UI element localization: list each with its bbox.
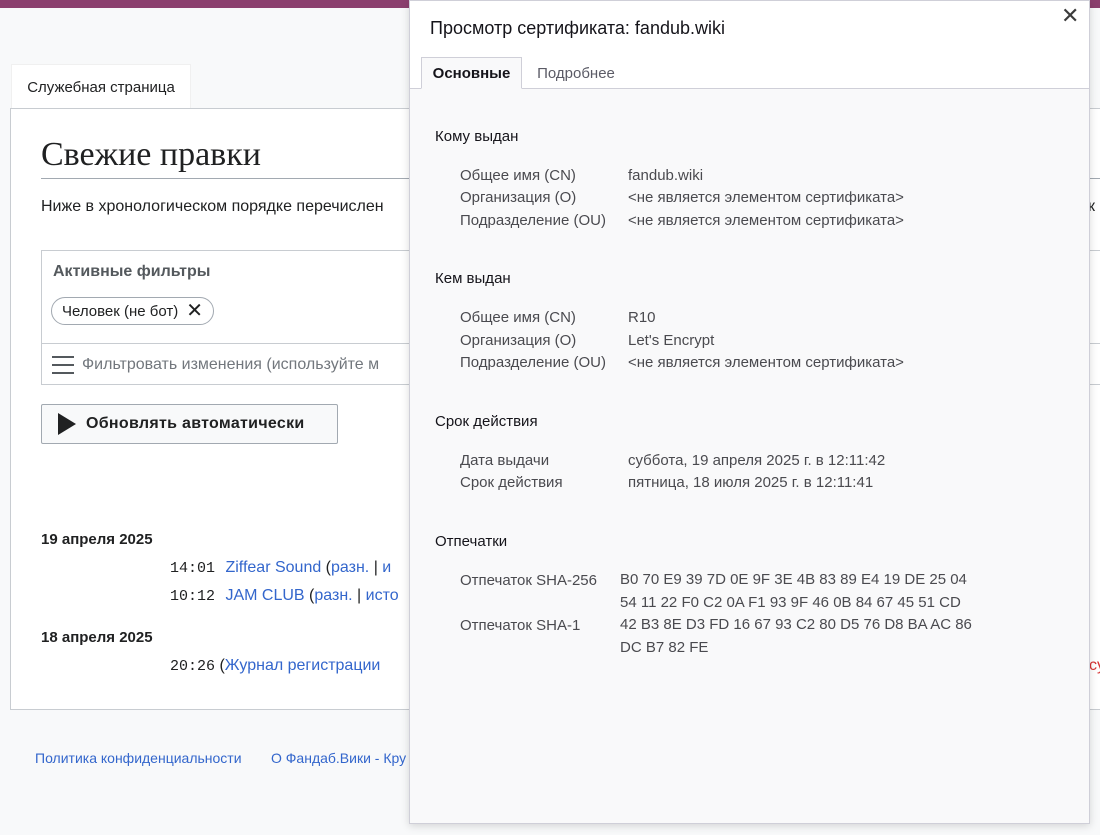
sha256-line: 54 11 22 F0 C2 0A F1 93 9F 46 0B 84 67 4… (620, 593, 961, 611)
tab-details[interactable]: Подробнее (524, 57, 628, 89)
day-heading: 18 апреля 2025 (41, 629, 153, 646)
field-label: Подразделение (OU) (460, 212, 606, 229)
field-label: Общее имя (CN) (460, 309, 576, 326)
field-label: Дата выдачи (460, 452, 550, 469)
field-value: fandub.wiki (628, 167, 704, 184)
field-label: Организация (O) (460, 332, 577, 349)
sha1-value: 42 B3 8E D3 FD 16 67 93 C2 80 D5 76 D8 B… (620, 614, 980, 659)
tab-label: Служебная страница (27, 78, 175, 96)
tab-special-page[interactable]: Служебная страница (11, 64, 191, 109)
field-value: пятница, 18 июля 2025 г. в 12:11:41 (628, 474, 874, 491)
history-link[interactable]: и (382, 559, 391, 576)
field-label: Подразделение (OU) (460, 354, 606, 371)
day-heading: 19 апреля 2025 (41, 531, 153, 548)
footer-privacy-link[interactable]: Политика конфиденциальности (35, 750, 242, 766)
list-item: 20:26 (Журнал регистрации (170, 657, 381, 675)
change-title-link[interactable]: JAM CLUB (225, 587, 304, 604)
active-filters-heading: Активные фильтры (53, 263, 211, 280)
filter-chip-human[interactable]: Человек (не бот) ✕ (51, 297, 215, 325)
red-link-fragment[interactable]: су (1089, 657, 1100, 675)
list-item: 10:12 JAM CLUB (разн. | исто (170, 587, 399, 605)
sha256-value: B0 70 E9 39 7D 0E 9F 3E 4B 83 89 E4 19 D… (620, 569, 980, 614)
field-value: <не является элементом сертификата> (628, 354, 904, 371)
change-time: 14:01 (170, 560, 216, 577)
filter-chip-label: Человек (не бот) (62, 302, 179, 320)
change-time: 10:12 (170, 588, 216, 605)
certificate-dialog: Просмотр сертификата: fandub.wiki ✕ Осно… (409, 0, 1090, 824)
field-label: Общее имя (CN) (460, 167, 576, 184)
sha256-line: B0 70 E9 39 7D 0E 9F 3E 4B 83 89 E4 19 D… (620, 571, 967, 588)
close-icon[interactable]: ✕ (186, 301, 203, 321)
auto-update-label: Обновлять автоматически (86, 415, 305, 432)
sha1-line: DC B7 82 FE (620, 638, 709, 656)
field-value: суббота, 19 апреля 2025 г. в 12:11:42 (628, 452, 886, 469)
section-issued-to: Кому выдан (435, 128, 519, 145)
field-label: Срок действия (460, 474, 563, 491)
dialog-tab-strip: Основные Подробнее (410, 38, 1089, 89)
close-icon[interactable]: ✕ (1061, 3, 1079, 29)
diff-link[interactable]: разн. (314, 587, 352, 604)
change-title-link[interactable]: Ziffear Sound (225, 559, 321, 576)
sha1-line: 42 B3 8E D3 FD 16 67 93 C2 80 D5 76 D8 B… (620, 616, 972, 633)
section-issued-by: Кем выдан (435, 270, 511, 287)
tab-general[interactable]: Основные (421, 57, 522, 89)
auto-update-button[interactable]: Обновлять автоматически (41, 404, 338, 444)
intro-text: Ниже в хронологическом порядке перечисле… (41, 198, 384, 215)
field-value: R10 (628, 309, 656, 326)
dialog-title: Просмотр сертификата: fandub.wiki (430, 18, 725, 38)
field-value: <не является элементом сертификата> (628, 189, 904, 206)
field-label: Отпечаток SHA-256 (460, 572, 597, 589)
diff-link[interactable]: разн. (331, 559, 369, 576)
list-item: 14:01 Ziffear Sound (разн. | и (170, 559, 392, 577)
filter-input-placeholder: Фильтровать изменения (используйте м (82, 356, 380, 373)
section-validity: Срок действия (435, 413, 538, 430)
field-label: Отпечаток SHA-1 (460, 617, 581, 634)
change-time: 20:26 (170, 658, 216, 675)
field-value: <не является элементом сертификата> (628, 212, 904, 229)
footer-about-link[interactable]: О Фандаб.Вики - Кру (271, 750, 406, 766)
play-icon (58, 413, 76, 435)
menu-icon[interactable] (52, 356, 74, 374)
field-value: Let's Encrypt (628, 332, 715, 349)
section-fingerprints: Отпечатки (435, 533, 508, 550)
history-link[interactable]: исто (366, 587, 399, 604)
field-label: Организация (O) (460, 189, 577, 206)
log-link[interactable]: Журнал регистрации (225, 657, 381, 674)
filter-changes-input[interactable]: Фильтровать изменения (используйте м (52, 351, 379, 379)
